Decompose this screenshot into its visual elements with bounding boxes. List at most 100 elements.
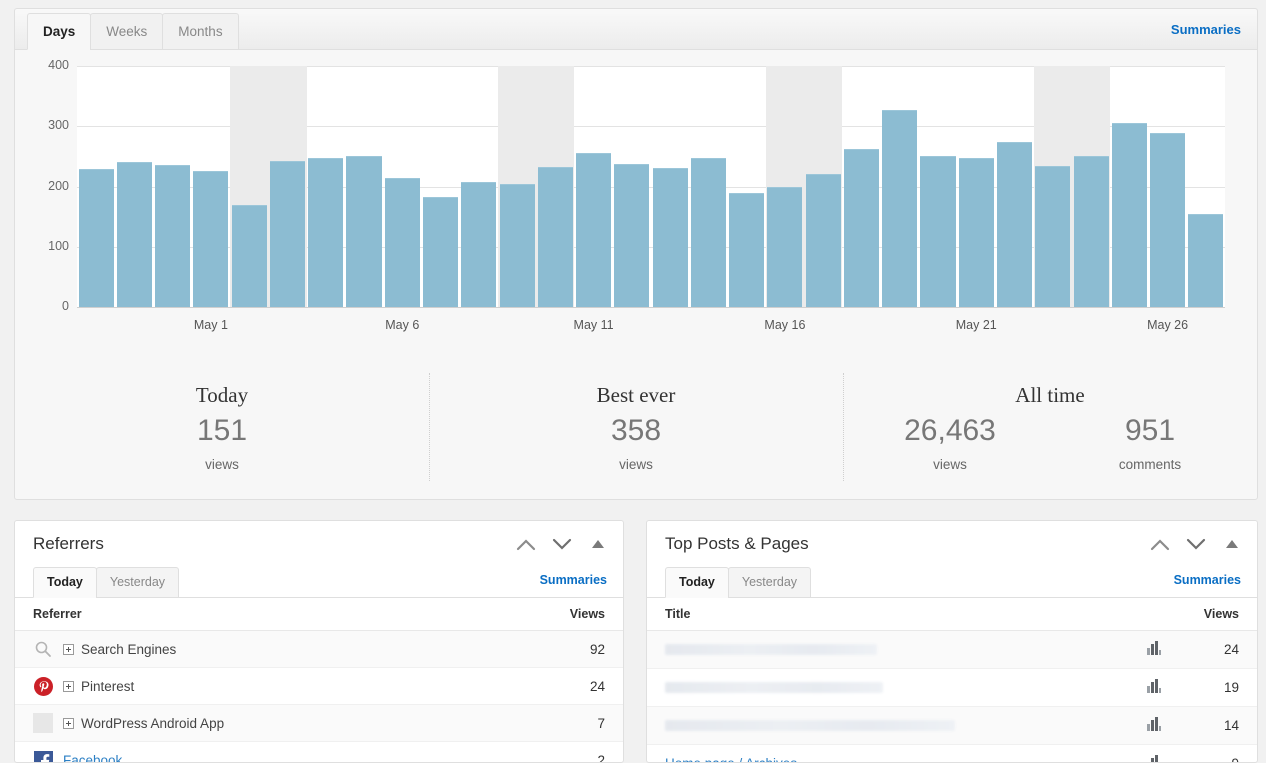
referrer-row[interactable]: Search Engines92	[15, 631, 623, 668]
referrer-row[interactable]: Pinterest24	[15, 668, 623, 705]
referrer-label: Search Engines	[81, 642, 176, 657]
chart-bar[interactable]	[1112, 123, 1147, 307]
chart-bar[interactable]	[193, 171, 228, 307]
top-post-stats-icon-cell[interactable]	[1131, 631, 1177, 669]
pinterest-icon	[33, 676, 53, 696]
chart-y-tick-label: 200	[29, 179, 69, 193]
tab-months[interactable]: Months	[162, 13, 238, 50]
chart-bar[interactable]	[767, 187, 802, 308]
top-post-stats-icon-cell[interactable]	[1131, 707, 1177, 745]
chart-bar[interactable]	[844, 149, 879, 307]
stat-value: 358	[561, 413, 711, 449]
chart-tabbar: Days Weeks Months Summaries	[15, 9, 1257, 50]
chart-bar[interactable]	[1150, 133, 1185, 307]
chart-bar[interactable]	[806, 174, 841, 307]
chevron-up-icon[interactable]	[515, 533, 537, 555]
chevron-up-icon[interactable]	[1149, 533, 1171, 555]
chart-bar[interactable]	[538, 167, 573, 307]
referrers-table: Referrer Views Search Engines92Pinterest…	[15, 598, 623, 763]
chart-x-axis-line	[77, 307, 1225, 308]
chart-bar[interactable]	[423, 197, 458, 307]
chart-bar[interactable]	[920, 156, 955, 307]
chart-x-tick-label: May 16	[764, 318, 805, 332]
tab-days[interactable]: Days	[27, 13, 91, 50]
facebook-icon	[34, 751, 53, 763]
chart-bar[interactable]	[882, 110, 917, 307]
chevron-down-icon[interactable]	[1185, 533, 1207, 555]
chart-bar[interactable]	[614, 164, 649, 307]
top-posts-panel-controls	[1149, 533, 1243, 555]
chart-bar[interactable]	[1188, 214, 1223, 307]
top-post-views: 9	[1177, 745, 1257, 763]
referrers-summaries-link[interactable]: Summaries	[540, 573, 607, 587]
chart-bar[interactable]	[691, 158, 726, 307]
chart-bar[interactable]	[270, 161, 305, 307]
referrer-name-cell: WordPress Android App	[15, 705, 543, 742]
top-posts-summaries-link[interactable]: Summaries	[1174, 573, 1241, 587]
top-post-stats-icon-cell[interactable]	[1131, 669, 1177, 707]
referrer-label[interactable]: Facebook	[63, 753, 122, 763]
stat-caption: comments	[1050, 457, 1250, 472]
top-posts-tab-yesterday[interactable]: Yesterday	[728, 567, 811, 598]
top-posts-col-views: Views	[1177, 598, 1257, 631]
top-post-row[interactable]: 24	[647, 631, 1257, 669]
referrer-name-cell: Facebook	[15, 742, 543, 763]
chart-summaries-link[interactable]: Summaries	[1171, 22, 1241, 37]
expand-toggle-icon[interactable]	[63, 644, 74, 655]
chart-bar[interactable]	[500, 184, 535, 307]
expand-toggle-icon[interactable]	[63, 718, 74, 729]
chart-bar[interactable]	[232, 205, 267, 307]
triangle-up-icon[interactable]	[1221, 533, 1243, 555]
chart-bar[interactable]	[997, 142, 1032, 307]
referrers-tab-yesterday[interactable]: Yesterday	[96, 567, 179, 598]
chart-y-tick-label: 400	[29, 58, 69, 72]
referrer-row[interactable]: WordPress Android App7	[15, 705, 623, 742]
stat-caption: views	[147, 457, 297, 472]
top-posts-col-icon	[1131, 598, 1177, 631]
chart-bar[interactable]	[653, 168, 688, 307]
referrers-tab-today[interactable]: Today	[33, 567, 97, 598]
top-post-row[interactable]: 19	[647, 669, 1257, 707]
chart-bar[interactable]	[729, 193, 764, 307]
chart-bar[interactable]	[576, 153, 611, 307]
chart-bar[interactable]	[1035, 166, 1070, 307]
stat-group-title: Best ever	[429, 383, 843, 408]
stat-cell: 358views	[561, 361, 711, 497]
triangle-up-icon[interactable]	[587, 533, 609, 555]
chart-bar[interactable]	[308, 158, 343, 307]
pinterest-icon	[34, 677, 53, 696]
stat-cell: 951 comments	[1050, 361, 1250, 497]
expand-toggle-icon[interactable]	[63, 681, 74, 692]
chart-bar[interactable]	[959, 158, 994, 307]
chart-bar[interactable]	[79, 169, 114, 307]
stat-cell: 151views	[147, 361, 297, 497]
stat-cell: 26,463views	[850, 361, 1050, 497]
facebook-icon	[33, 750, 53, 763]
chart-bar[interactable]	[346, 156, 381, 307]
top-post-title-link[interactable]: Home page / Archives	[665, 756, 797, 763]
referrers-panel-controls	[515, 533, 609, 555]
referrer-views: 7	[543, 705, 623, 742]
top-posts-header-row: Title Views	[647, 598, 1257, 631]
top-post-row[interactable]: 14	[647, 707, 1257, 745]
chart-x-tick-label: May 21	[956, 318, 997, 332]
top-post-views: 24	[1177, 631, 1257, 669]
top-posts-tab-today[interactable]: Today	[665, 567, 729, 598]
referrer-row[interactable]: Facebook2	[15, 742, 623, 763]
referrers-tab-group: Today Yesterday	[33, 567, 178, 598]
top-post-row[interactable]: Home page / Archives 9	[647, 745, 1257, 763]
chart-bar[interactable]	[117, 162, 152, 307]
referrer-label: Pinterest	[81, 679, 134, 694]
chart-bar[interactable]	[385, 178, 420, 307]
tab-weeks[interactable]: Weeks	[90, 13, 163, 50]
chart-bar[interactable]	[461, 182, 496, 307]
top-post-title-cell: Home page / Archives	[647, 745, 1131, 763]
chart-bar[interactable]	[1074, 156, 1109, 307]
chevron-down-icon[interactable]	[551, 533, 573, 555]
chart-plot-area	[77, 66, 1225, 307]
chart-y-tick-label: 300	[29, 118, 69, 132]
stat-group-title: Today	[15, 383, 429, 408]
chart-bar[interactable]	[155, 165, 190, 307]
top-post-stats-icon-cell[interactable]	[1131, 745, 1177, 763]
stat-value: 951	[1050, 413, 1250, 449]
